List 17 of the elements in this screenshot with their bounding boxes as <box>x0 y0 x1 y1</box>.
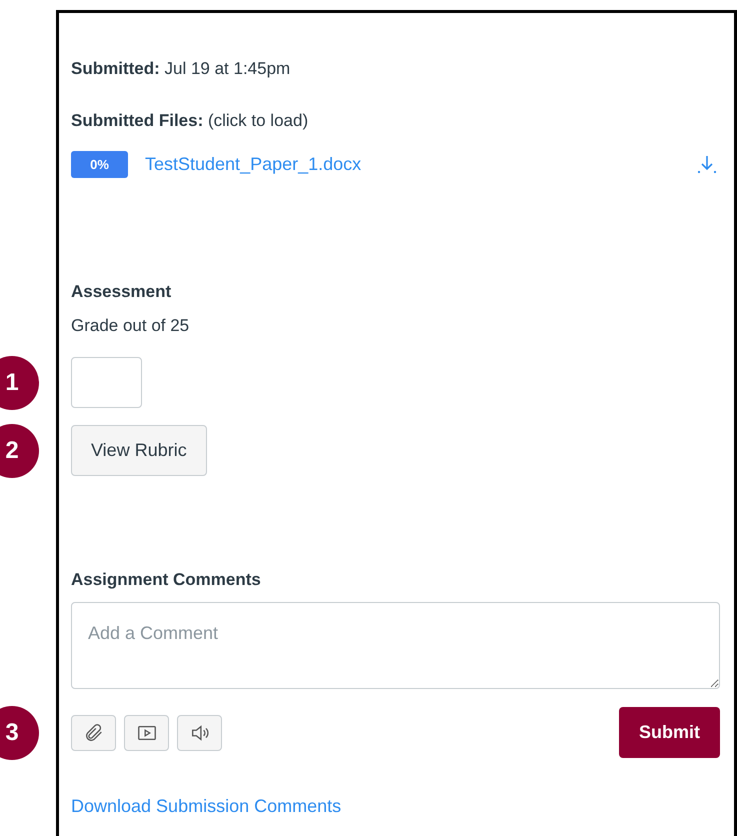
assessment-heading: Assessment <box>71 282 172 302</box>
step-number-marker: 2 <box>0 424 39 478</box>
download-icon[interactable] <box>696 154 718 176</box>
submitted-files-label: Submitted Files: (click to load) <box>71 111 310 131</box>
video-button[interactable] <box>124 714 169 750</box>
step-number-marker: 3 <box>0 706 39 760</box>
submit-button[interactable]: Submit <box>619 707 720 758</box>
comments-heading: Assignment Comments <box>71 570 262 590</box>
attach-button[interactable] <box>71 714 116 750</box>
step-number-marker: 1 <box>0 356 39 410</box>
grade-input[interactable] <box>71 357 142 408</box>
comment-field[interactable]: Add a Comment <box>71 602 720 689</box>
audio-button[interactable] <box>177 714 222 750</box>
grade-label: Grade out of 25 <box>71 316 190 336</box>
view-rubric-button[interactable]: View Rubric <box>71 425 207 476</box>
submitted-date: Submitted: Jul 19 at 1:45pm <box>71 59 292 79</box>
progress-badge: 0% <box>71 151 128 178</box>
